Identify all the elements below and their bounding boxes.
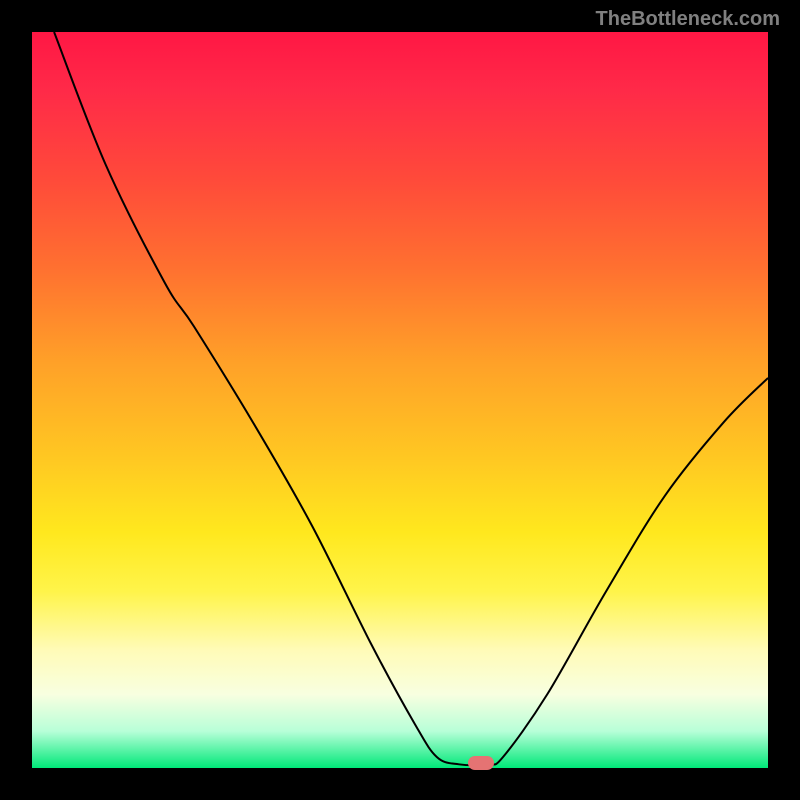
watermark-text: TheBottleneck.com <box>596 8 780 31</box>
optimal-marker <box>468 756 494 770</box>
plot-area <box>32 32 768 768</box>
bottleneck-curve <box>54 32 768 765</box>
chart-container: TheBottleneck.com <box>0 0 800 800</box>
curve-svg <box>32 32 768 768</box>
